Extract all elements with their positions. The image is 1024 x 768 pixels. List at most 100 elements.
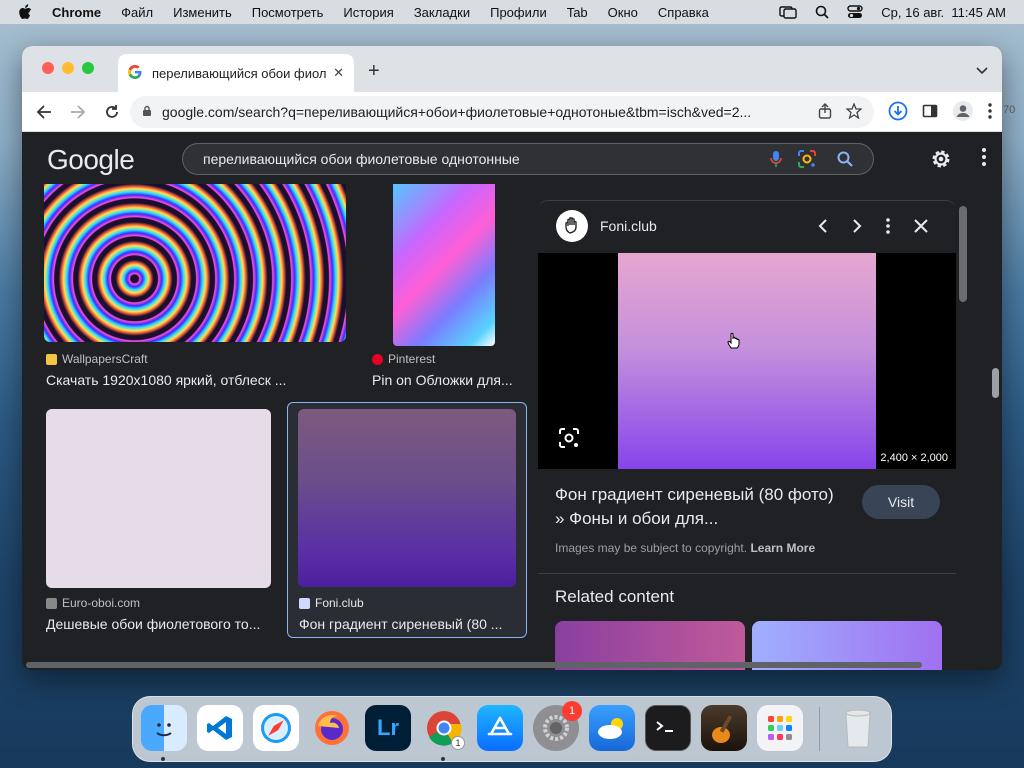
page-scrollbar[interactable]	[992, 368, 999, 398]
menu-app-name[interactable]: Chrome	[52, 5, 101, 20]
menu-help[interactable]: Справка	[658, 5, 709, 20]
result-image-euro-oboi[interactable]	[46, 409, 271, 588]
spotlight-icon[interactable]	[815, 5, 829, 19]
bookmark-star-icon[interactable]	[845, 101, 863, 122]
menu-bar: Chrome Файл Изменить Посмотреть История …	[0, 0, 1024, 24]
forward-arrow-icon[interactable]	[66, 100, 90, 124]
result-source-name: Foni.club	[315, 596, 364, 610]
close-window-button[interactable]	[42, 62, 54, 74]
search-icon[interactable]	[837, 151, 853, 167]
search-box[interactable]: переливающийся обои фиолетовые однотонны…	[182, 143, 874, 175]
menu-edit[interactable]: Изменить	[173, 5, 232, 20]
copyright-notice: Images may be subject to copyright. Lear…	[555, 541, 815, 555]
google-favicon-icon	[128, 64, 142, 82]
search-input[interactable]: переливающийся обои фиолетовые однотонны…	[203, 151, 769, 167]
lens-search-image-icon[interactable]	[558, 427, 580, 454]
panel-scrollbar[interactable]	[959, 206, 967, 302]
euro-oboi-favicon-icon	[46, 597, 57, 609]
close-preview-icon[interactable]	[914, 219, 928, 233]
window-controls	[42, 62, 94, 74]
share-icon[interactable]	[818, 102, 832, 122]
preview-site-name[interactable]: Foni.club	[600, 218, 818, 234]
firefox-icon[interactable]	[309, 705, 355, 751]
control-center-icon[interactable]	[847, 5, 863, 19]
result-source-name: Euro-oboi.com	[62, 596, 141, 610]
preview-more-icon[interactable]	[886, 218, 890, 234]
back-arrow-icon[interactable]	[32, 100, 56, 124]
result-caption[interactable]: Скачать 1920x1080 яркий, отблеск ...	[46, 372, 346, 388]
google-logo[interactable]: Google	[47, 144, 135, 176]
terminal-icon[interactable]	[645, 705, 691, 751]
result-caption[interactable]: Дешевые обои фиолетового то...	[46, 616, 276, 632]
result-source-name: Pinterest	[388, 352, 436, 366]
result-image-foni-club[interactable]	[298, 409, 516, 587]
voice-search-icon[interactable]	[769, 150, 783, 168]
zoom-window-button[interactable]	[82, 62, 94, 74]
learn-more-link[interactable]: Learn More	[750, 541, 815, 555]
next-chevron-icon[interactable]	[852, 219, 862, 233]
result-image-wallpaperscraft[interactable]	[44, 184, 346, 342]
pinterest-favicon-icon	[372, 353, 383, 365]
menu-view[interactable]: Посмотреть	[252, 5, 324, 20]
browser-toolbar: google.com/search?q=переливающийся+обои+…	[22, 92, 1002, 132]
tab-strip: переливающийся обои фиолетовые однотонны…	[22, 46, 1002, 92]
minimize-window-button[interactable]	[62, 62, 74, 74]
background-window-text: 70	[1003, 104, 1016, 116]
result-caption[interactable]: Pin on Обложки для...	[372, 372, 522, 388]
tab-title: переливающийся обои фиолетовые однотонны…	[152, 65, 327, 81]
result-source[interactable]: Foni.club	[299, 596, 364, 610]
foni-club-favicon-icon[interactable]	[556, 210, 588, 242]
launchpad-icon[interactable]	[757, 705, 803, 751]
foni-club-favicon-icon	[299, 597, 310, 609]
side-panel-icon[interactable]	[922, 103, 938, 124]
new-tab-button[interactable]: +	[368, 60, 380, 83]
preview-image-frame[interactable]: 2,400 × 2,000	[538, 253, 956, 469]
settings-gear-icon[interactable]	[930, 148, 952, 175]
garageband-icon[interactable]	[701, 705, 747, 751]
result-caption[interactable]: Фон градиент сиреневый (80 ...	[299, 616, 519, 632]
result-source[interactable]: Pinterest	[372, 352, 435, 366]
profile-avatar-icon[interactable]	[952, 100, 974, 127]
result-source[interactable]: WallpapersCraft	[46, 352, 148, 366]
apple-icon[interactable]	[18, 4, 34, 20]
screen-mirroring-icon[interactable]	[779, 5, 797, 19]
wallpaperscraft-favicon-icon	[46, 353, 57, 365]
more-options-icon[interactable]	[982, 148, 986, 171]
lens-search-icon[interactable]	[797, 149, 817, 169]
site-info-icon[interactable]	[142, 104, 152, 120]
menu-history[interactable]: История	[343, 5, 393, 20]
url-text: google.com/search?q=переливающийся+обои+…	[162, 104, 752, 120]
download-icon[interactable]	[888, 101, 908, 126]
lightroom-icon[interactable]: Lr	[365, 705, 411, 751]
chrome-menu-icon[interactable]	[988, 103, 992, 124]
result-image-pinterest[interactable]	[393, 184, 495, 346]
safari-icon[interactable]	[253, 705, 299, 751]
menu-tab[interactable]: Tab	[567, 5, 588, 20]
horizontal-scrollbar[interactable]	[26, 662, 922, 668]
result-source[interactable]: Euro-oboi.com	[46, 596, 140, 610]
visit-button[interactable]: Visit	[862, 485, 940, 519]
page-content: Google переливающийся обои фиолетовые од…	[22, 132, 1002, 670]
preview-title[interactable]: Фон градиент сиреневый (80 фото) » Фоны …	[555, 483, 835, 531]
menu-bookmarks[interactable]: Закладки	[414, 5, 470, 20]
image-preview-panel: Foni.club 2,400 × 2,000 Фон градиент сир…	[538, 200, 956, 670]
menu-profiles[interactable]: Профили	[490, 5, 547, 20]
trash-icon[interactable]	[835, 705, 881, 751]
menu-window[interactable]: Окно	[608, 5, 638, 20]
image-dimensions: 2,400 × 2,000	[876, 451, 952, 465]
previous-chevron-icon[interactable]	[818, 219, 828, 233]
menu-clock[interactable]: Ср, 16 авг. 11:45 AM	[881, 5, 1006, 20]
address-bar[interactable]: google.com/search?q=переливающийся+обои+…	[130, 96, 874, 128]
result-source-name: WallpapersCraft	[62, 352, 148, 366]
tab-google-search[interactable]: переливающийся обои фиолетовые однотонны…	[118, 54, 354, 92]
system-settings-badge: 1	[562, 701, 582, 721]
vscode-icon[interactable]	[197, 705, 243, 751]
reload-icon[interactable]	[100, 100, 124, 124]
app-store-icon[interactable]	[477, 705, 523, 751]
menu-file[interactable]: Файл	[121, 5, 153, 20]
weather-icon[interactable]	[589, 705, 635, 751]
close-tab-icon[interactable]: ✕	[333, 65, 344, 81]
tab-search-chevron-icon[interactable]	[976, 62, 988, 80]
finder-icon[interactable]	[141, 705, 187, 751]
preview-image[interactable]	[618, 253, 876, 469]
